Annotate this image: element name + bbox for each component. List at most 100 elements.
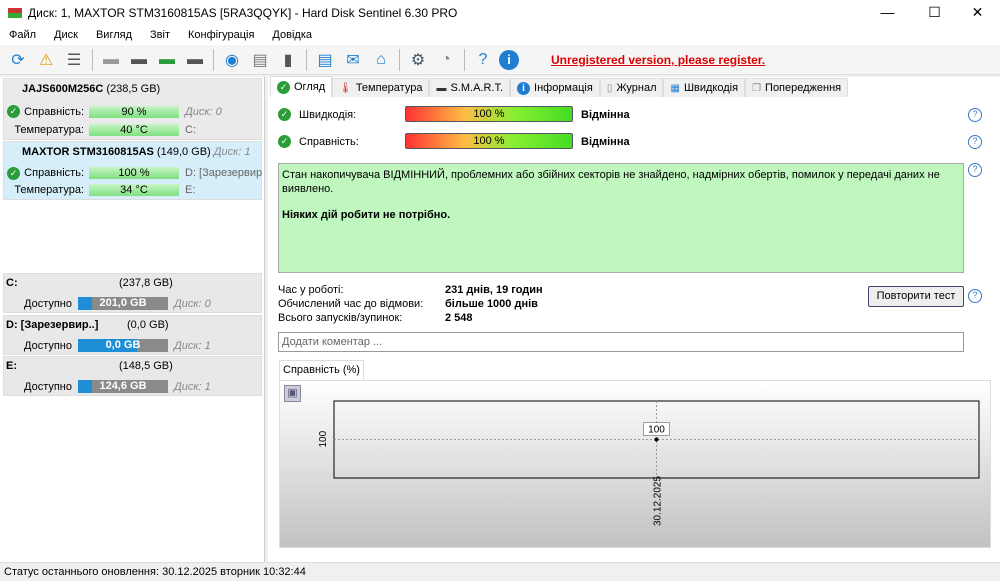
help-icon[interactable]: ? <box>968 163 982 177</box>
document-icon: ▯ <box>606 82 613 94</box>
lifetime-label: Обчислений час до відмови: <box>278 298 424 310</box>
menu-bar: Файл Диск Вигляд Звіт Конфігурація Довід… <box>0 25 1000 45</box>
dash-icon: ▬ <box>436 82 447 94</box>
register-link[interactable]: Unregistered version, please register. <box>551 53 765 67</box>
sound-icon[interactable]: ◔ <box>434 48 458 72</box>
y-tick-label: 100 <box>318 430 329 447</box>
window-title: Диск: 1, MAXTOR STM3160815AS [5RA3QQYK] … <box>28 5 458 20</box>
disk-list-icon[interactable]: ☰ <box>62 48 86 72</box>
free-space-bar: 0,0 GB <box>78 339 168 352</box>
report-icon[interactable]: ▤ <box>313 48 337 72</box>
disk-number: Диск: 0 <box>185 106 222 118</box>
tab-info[interactable]: i Інформація <box>510 78 600 97</box>
menu-file[interactable]: Файл <box>0 29 45 41</box>
health-label: Справність: <box>299 136 359 148</box>
menu-report[interactable]: Звіт <box>141 29 179 41</box>
disk-number: Диск: 1 <box>213 146 251 158</box>
title-bar: Диск: 1, MAXTOR STM3160815AS [5RA3QQYK] … <box>0 0 1000 25</box>
status-text: Стан накопичувача ВІДМІННИЙ, проблемних … <box>282 169 940 195</box>
minimize-button[interactable]: — <box>865 0 910 25</box>
disk-number: Диск: 1 <box>174 381 211 393</box>
disk-check-icon[interactable]: ▬ <box>155 48 179 72</box>
drives-icon[interactable]: ▤ <box>248 48 272 72</box>
speed-label: Швидкодія: <box>299 109 357 121</box>
network-disk-icon[interactable]: ◉ <box>220 48 244 72</box>
disk-name: JAJS600M256C <box>22 83 104 95</box>
starts-value: 2 548 <box>445 312 473 324</box>
tab-smart[interactable]: ▬ S.M.A.R.T. <box>429 78 511 97</box>
speed-bar: 100 % <box>405 106 573 122</box>
menu-disk[interactable]: Диск <box>45 29 87 41</box>
help-icon[interactable]: ? <box>968 289 982 303</box>
disk-search-icon[interactable]: ▬ <box>183 48 207 72</box>
health-label: Справність: <box>24 106 84 118</box>
help-icon[interactable]: ? <box>471 48 495 72</box>
tab-alerts[interactable]: ❐ Попередження <box>745 78 849 97</box>
starts-label: Всього запусків/зупинок: <box>278 312 403 324</box>
volume-size: (148,5 GB) <box>119 360 173 372</box>
free-label: Доступно <box>24 340 73 352</box>
lifetime-value: більше 1000 днів <box>445 298 538 310</box>
health-bar: 100 % <box>405 133 573 149</box>
retest-button[interactable]: Повторити тест <box>868 286 964 307</box>
data-point <box>654 437 659 442</box>
disk-item-0[interactable]: JAJS600M256C (238,5 GB) ✓ Справність: 90… <box>3 78 262 140</box>
tab-log[interactable]: ▯ Журнал <box>599 78 664 97</box>
chart-svg: 100 30.12.2025 100 <box>318 400 980 526</box>
check-icon: ✓ <box>277 80 290 94</box>
volume-item-d[interactable]: D: [Зарезервир..] (0,0 GB) Доступно 0,0 … <box>3 315 262 355</box>
tab-overview[interactable]: ✓ Огляд <box>270 76 333 97</box>
help-icon[interactable]: ? <box>968 135 982 149</box>
disk-panel: JAJS600M256C (238,5 GB) ✓ Справність: 90… <box>0 77 265 562</box>
disk-name: MAXTOR STM3160815AS <box>22 146 154 158</box>
toolbar: ⟳ ⚠ ☰ ▬ ▬ ▬ ▬ ◉ ▤ ▮ ▤ ✉ ⌂ ⚙ ◔ ? i Unregi… <box>0 45 1000 75</box>
app-icon <box>8 7 22 18</box>
status-bar: Статус останнього оновлення: 30.12.2025 … <box>0 562 1000 581</box>
volume-label: E: <box>185 184 196 196</box>
refresh-warning-icon[interactable]: ⚠ <box>34 48 58 72</box>
graph-icon: ▦ <box>670 82 680 94</box>
uptime-value: 231 днів, 19 годин <box>445 284 543 296</box>
volume-name: E: <box>6 360 17 372</box>
speed-rating: Відмінна <box>581 109 630 121</box>
free-space-bar: 201,0 GB <box>78 297 168 310</box>
volume-label: C: <box>185 124 196 136</box>
tab-temperature[interactable]: 🌡 Температура <box>332 78 430 97</box>
network-icon[interactable]: ⌂ <box>369 48 393 72</box>
help-icon[interactable]: ? <box>968 108 982 122</box>
disk-item-1[interactable]: MAXTOR STM3160815AS (149,0 GB) Диск: 1 ✓… <box>3 141 262 200</box>
menu-view[interactable]: Вигляд <box>87 29 141 41</box>
mail-icon[interactable]: ✉ <box>341 48 365 72</box>
volume-item-c[interactable]: C: (237,8 GB) Доступно 201,0 GB Диск: 0 <box>3 273 262 313</box>
tab-health-chart[interactable]: Справність (%) <box>279 360 364 380</box>
health-label: Справність: <box>24 167 84 179</box>
maximize-button[interactable]: ☐ <box>912 0 957 25</box>
temp-label: Температура: <box>14 124 84 136</box>
gear-icon[interactable]: ⚙ <box>406 48 430 72</box>
free-label: Доступно <box>24 381 73 393</box>
pages-icon: ❐ <box>752 82 762 94</box>
menu-config[interactable]: Конфігурація <box>179 29 263 41</box>
disk-gray-icon[interactable]: ▬ <box>99 48 123 72</box>
external-drive-icon[interactable]: ▮ <box>276 48 300 72</box>
disk-schedule-icon[interactable]: ▬ <box>127 48 151 72</box>
health-bar: 100 % <box>89 167 179 179</box>
refresh-icon[interactable]: ⟳ <box>6 48 30 72</box>
volume-item-e[interactable]: E: (148,5 GB) Доступно 124,6 GB Диск: 1 <box>3 356 262 396</box>
volume-name: D: [Зарезервир..] <box>6 319 99 331</box>
temp-bar: 40 °C <box>89 124 179 136</box>
health-chart: ▣ 100 30.12.2025 100 <box>279 380 991 548</box>
status-description: Стан накопичувача ВІДМІННИЙ, проблемних … <box>278 163 964 273</box>
tab-performance[interactable]: ▦ Швидкодія <box>663 78 746 97</box>
free-label: Доступно <box>24 298 73 310</box>
info-icon[interactable]: i <box>499 49 519 70</box>
menu-help[interactable]: Довідка <box>263 29 321 41</box>
disk-size: (149,0 GB) <box>156 146 211 158</box>
free-space-bar: 124,6 GB <box>78 380 168 393</box>
thermometer-icon: 🌡 <box>339 82 352 94</box>
comment-input[interactable]: Додати коментар ... <box>278 332 964 352</box>
info-icon: i <box>517 81 531 95</box>
close-button[interactable]: ✕ <box>955 0 1000 25</box>
temp-label: Температура: <box>14 184 84 196</box>
tab-bar: ✓ Огляд 🌡 Температура ▬ S.M.A.R.T. i Інформа… <box>270 76 849 98</box>
